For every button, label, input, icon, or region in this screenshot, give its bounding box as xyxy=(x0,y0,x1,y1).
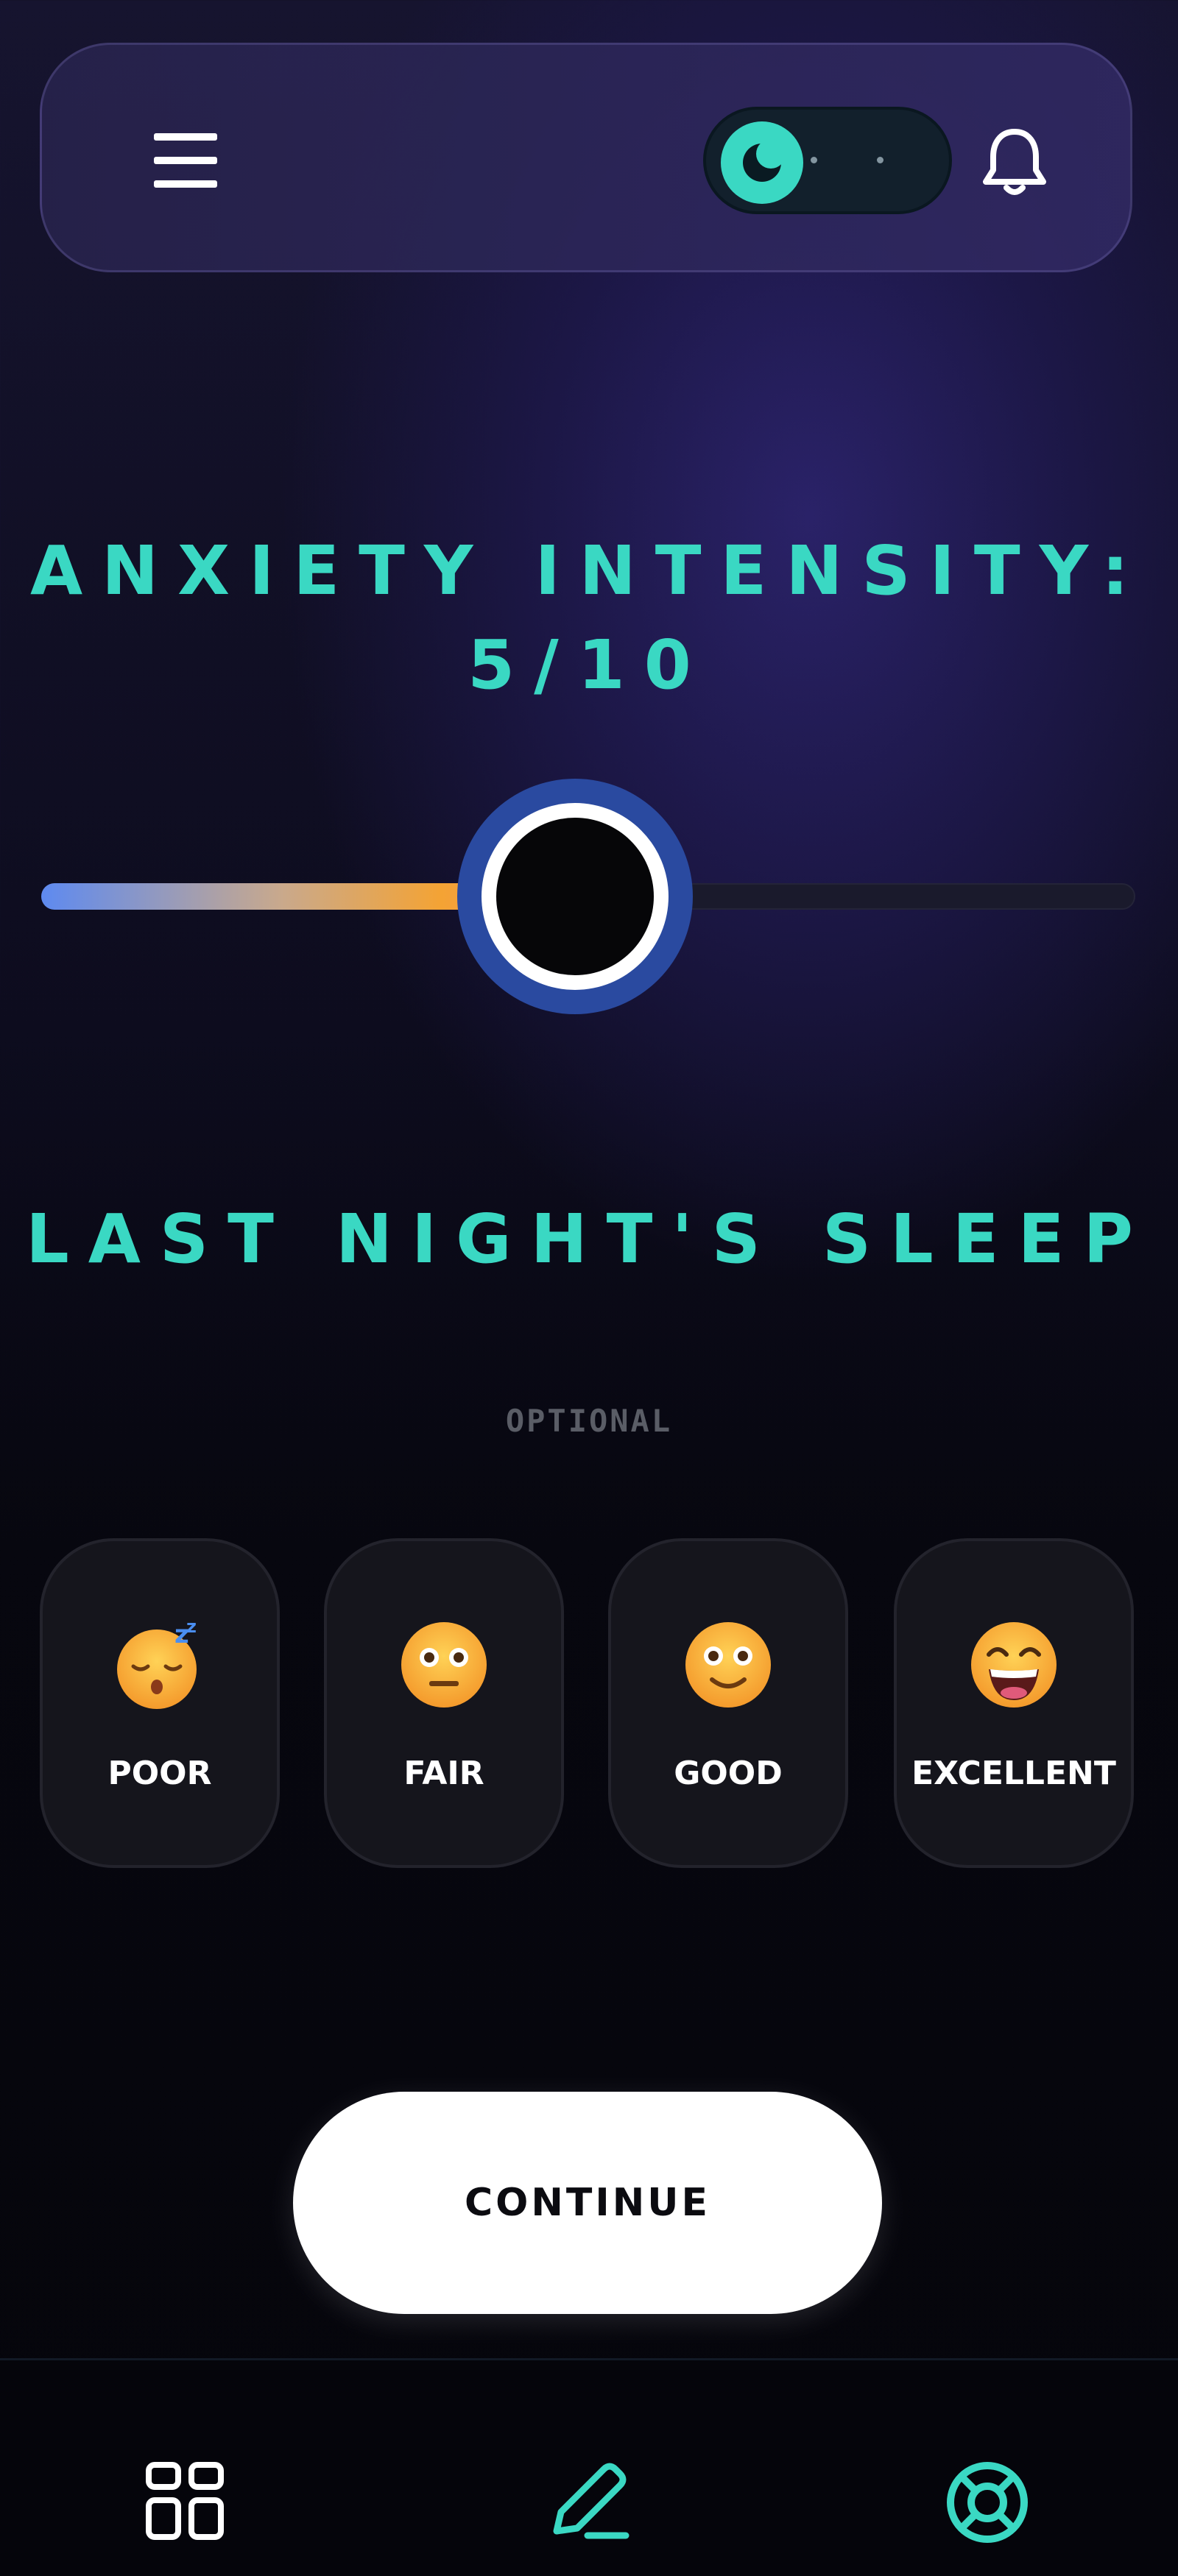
neutral-face-icon xyxy=(401,1622,487,1708)
menu-button[interactable] xyxy=(154,133,220,188)
sleeping-face-icon: z z xyxy=(117,1618,197,1709)
anxiety-intensity-heading: ANXIETY INTENSITY: 5/10 xyxy=(29,531,1149,704)
anxiety-intensity-slider[interactable] xyxy=(41,773,1135,1023)
slider-thumb-core xyxy=(496,818,654,975)
sleep-option-poor[interactable]: z z POOR xyxy=(40,1538,280,1868)
smiling-face-icon xyxy=(685,1622,771,1708)
sleep-option-fair[interactable]: FAIR xyxy=(324,1538,564,1868)
svg-text:z: z xyxy=(186,1618,197,1637)
bell-icon xyxy=(983,129,1046,195)
top-bar xyxy=(40,43,1132,272)
sleep-option-label: FAIR xyxy=(403,1755,484,1792)
nav-support[interactable] xyxy=(939,2455,1035,2550)
sleep-option-label: EXCELLENT xyxy=(911,1755,1116,1792)
grinning-face-icon xyxy=(971,1622,1057,1708)
continue-button[interactable]: CONTINUE xyxy=(293,2092,882,2314)
nav-journal[interactable] xyxy=(539,2455,635,2550)
hamburger-menu-icon xyxy=(154,133,217,141)
sleep-heading: LAST NIGHT'S SLEEP xyxy=(26,1200,1152,1278)
toggle-dot xyxy=(877,157,884,163)
sleep-option-label: GOOD xyxy=(674,1755,783,1792)
moon-icon xyxy=(743,139,786,182)
toggle-dot xyxy=(811,157,817,163)
lifebuoy-icon xyxy=(947,2462,1028,2543)
bottom-nav xyxy=(0,2358,1178,2576)
hamburger-menu-icon-bar xyxy=(154,180,217,188)
notifications-button[interactable] xyxy=(974,121,1055,202)
sleep-option-excellent[interactable]: EXCELLENT xyxy=(894,1538,1134,1868)
toggle-knob xyxy=(721,121,803,204)
dashboard-grid-icon xyxy=(146,2462,224,2540)
nav-dashboard[interactable] xyxy=(138,2455,234,2550)
optional-label: OPTIONAL xyxy=(505,1403,673,1439)
pencil-icon xyxy=(553,2463,629,2539)
slider-thumb[interactable] xyxy=(457,779,693,1014)
theme-toggle[interactable] xyxy=(703,107,952,214)
sleep-option-label: POOR xyxy=(107,1755,212,1792)
sleep-option-good[interactable]: GOOD xyxy=(608,1538,848,1868)
hamburger-menu-icon-bar xyxy=(154,157,217,164)
sleep-options: z z POOR FAIR GOOD EXCELLENT xyxy=(40,1538,1138,1868)
